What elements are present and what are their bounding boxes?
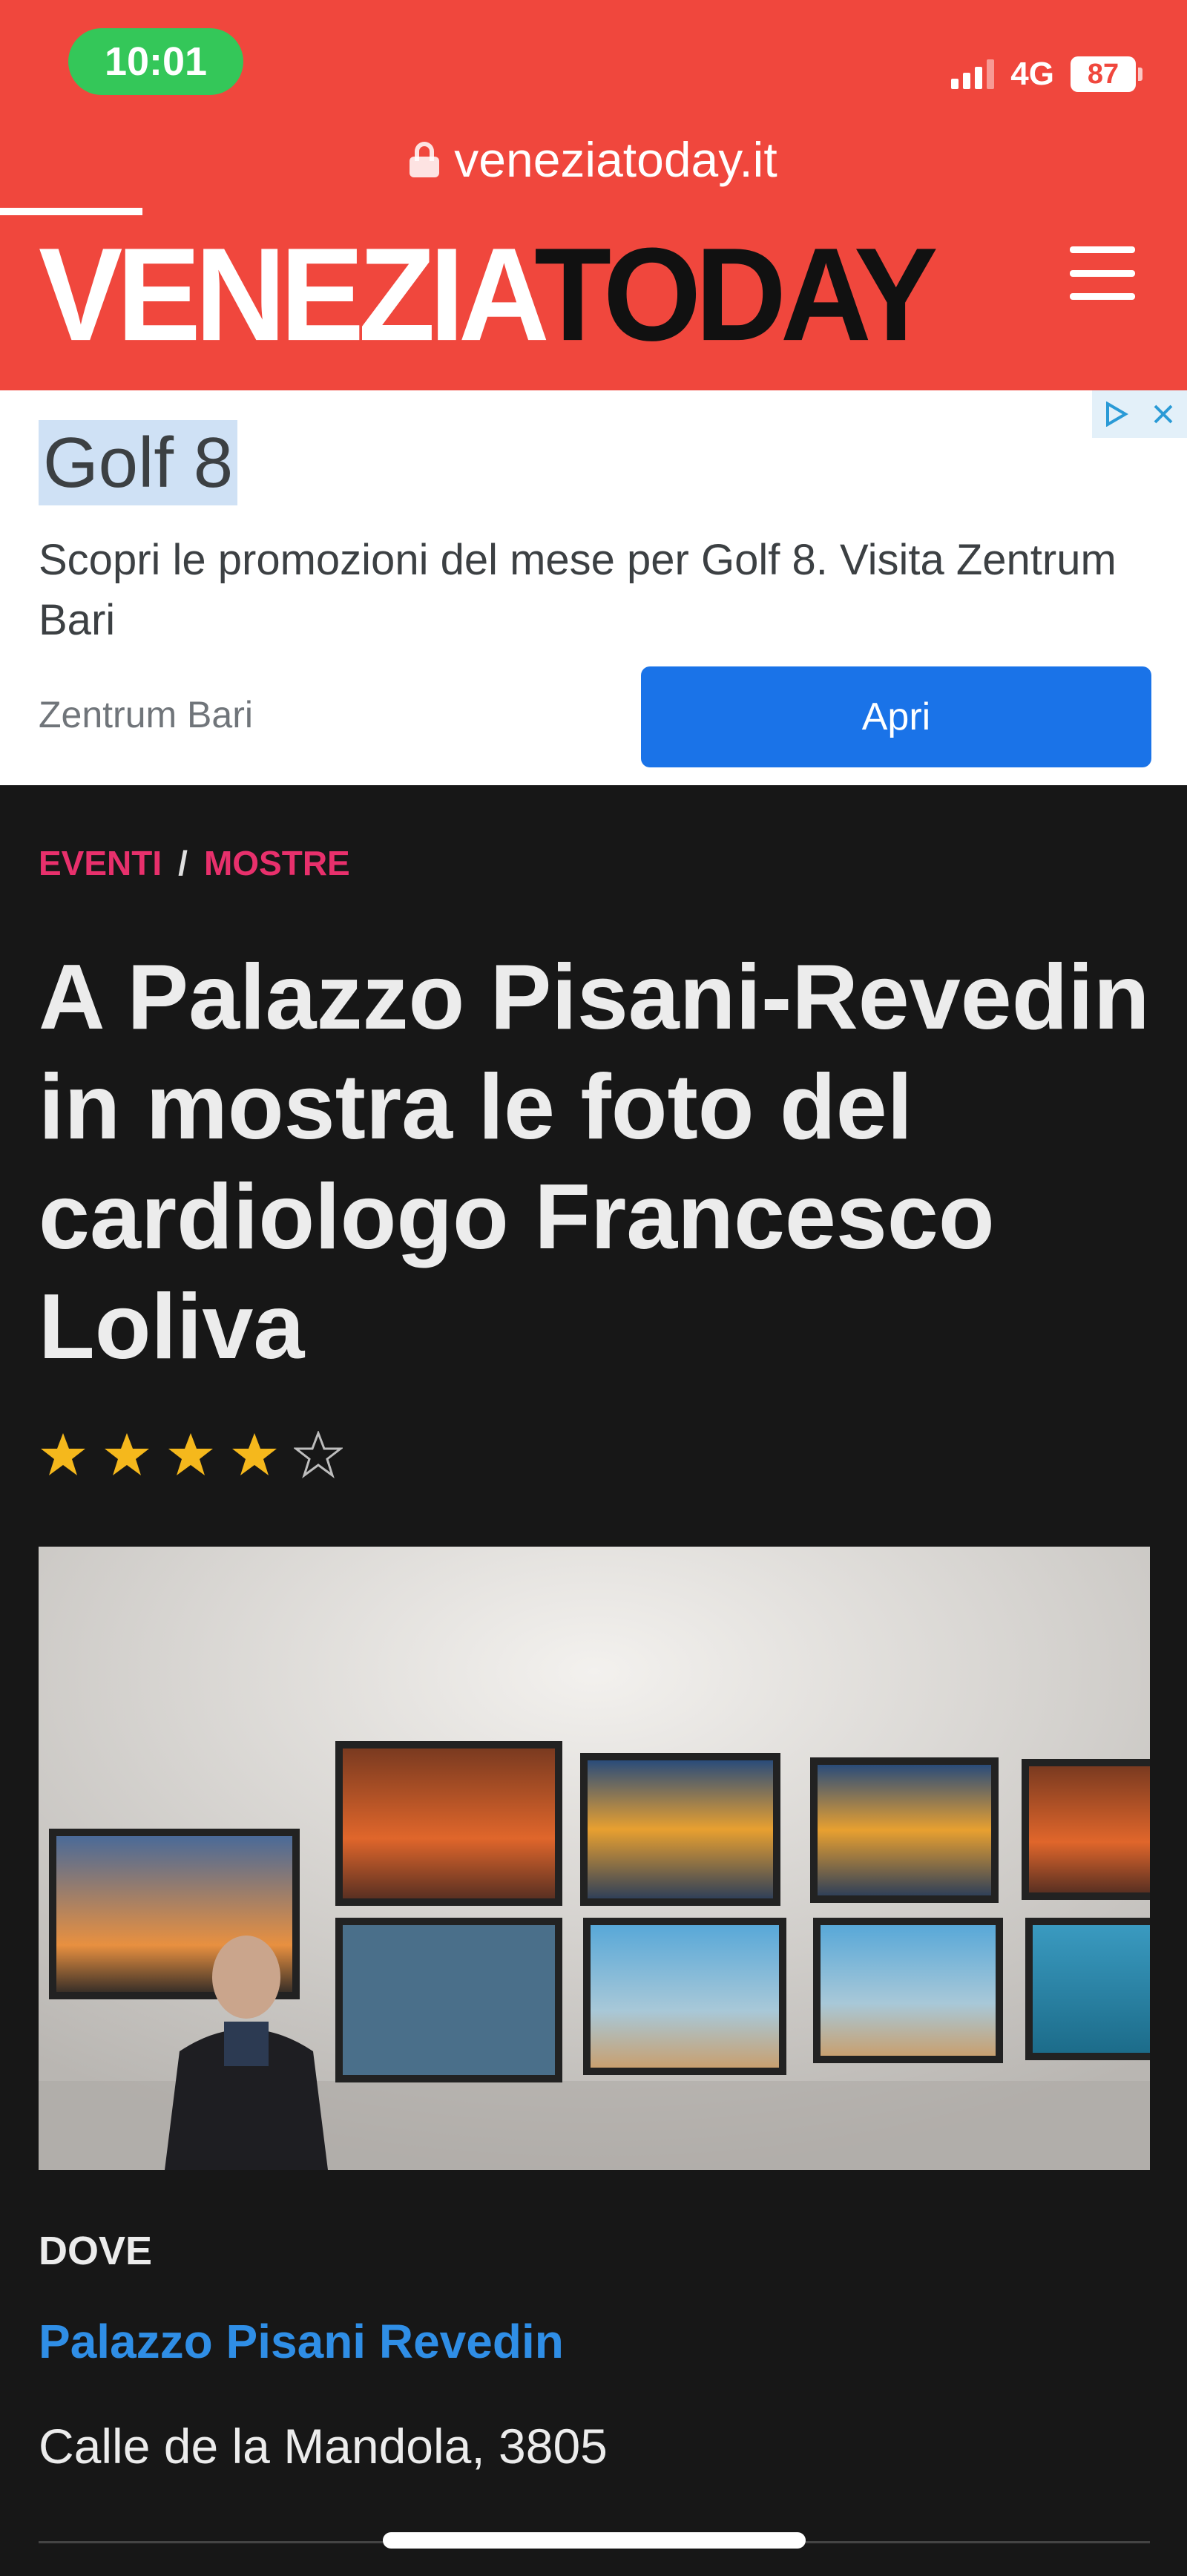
address-bar[interactable]: veneziatoday.it bbox=[0, 126, 1187, 193]
star-filled-icon[interactable] bbox=[39, 1431, 88, 1480]
adchoices-icon[interactable] bbox=[1092, 390, 1140, 438]
exhibition-photo-image bbox=[39, 1547, 1150, 2170]
network-type: 4G bbox=[1010, 56, 1054, 92]
logo-part-today: TODAY bbox=[534, 220, 938, 369]
url-text: veneziatoday.it bbox=[454, 132, 777, 187]
venue-address: Calle de la Mandola, 3805 bbox=[39, 2419, 608, 2474]
ad-controls bbox=[1092, 390, 1187, 438]
where-label: DOVE bbox=[39, 2229, 153, 2273]
ad-advertiser: Zentrum Bari bbox=[39, 694, 253, 735]
ad-title[interactable]: Golf 8 bbox=[39, 420, 238, 506]
article-photo[interactable] bbox=[39, 1547, 1150, 2170]
home-indicator[interactable] bbox=[383, 2532, 806, 2549]
signal-icon bbox=[951, 59, 995, 89]
status-indicators: 4G 87 bbox=[951, 52, 1142, 96]
page-load-progress bbox=[0, 208, 142, 215]
site-header: VENEZIATODAY bbox=[0, 215, 1187, 390]
star-filled-icon[interactable] bbox=[102, 1431, 151, 1480]
site-logo[interactable]: VENEZIATODAY bbox=[39, 229, 938, 361]
close-icon[interactable] bbox=[1140, 390, 1187, 438]
star-filled-icon[interactable] bbox=[166, 1431, 215, 1480]
ad-banner[interactable]: Golf 8 Scopri le promozioni del mese per… bbox=[0, 390, 1187, 785]
article-headline: A Palazzo Pisani-Revedin in mostra le fo… bbox=[39, 946, 1150, 1378]
star-empty-icon[interactable] bbox=[294, 1431, 343, 1480]
breadcrumb: EVENTI / MOSTRE bbox=[39, 843, 350, 883]
venue-link[interactable]: Palazzo Pisani Revedin bbox=[39, 2314, 564, 2369]
battery-icon: 87 bbox=[1071, 56, 1142, 92]
lock-icon bbox=[410, 142, 440, 177]
breadcrumb-mostre[interactable]: MOSTRE bbox=[204, 843, 350, 883]
breadcrumb-separator: / bbox=[178, 844, 188, 882]
ad-description: Scopri le promozioni del mese per Golf 8… bbox=[39, 536, 1117, 645]
battery-level: 87 bbox=[1071, 56, 1136, 92]
browser-top-bar: 10:01 4G 87 veneziatoday.it bbox=[0, 0, 1187, 215]
status-time: 10:01 bbox=[68, 28, 243, 95]
ad-open-button[interactable]: Apri bbox=[641, 666, 1151, 767]
breadcrumb-eventi[interactable]: EVENTI bbox=[39, 843, 162, 883]
star-filled-icon[interactable] bbox=[230, 1431, 279, 1480]
logo-part-venezia: VENEZIA bbox=[39, 220, 540, 369]
rating-stars[interactable] bbox=[39, 1431, 343, 1480]
hamburger-menu-icon[interactable] bbox=[1070, 246, 1135, 300]
